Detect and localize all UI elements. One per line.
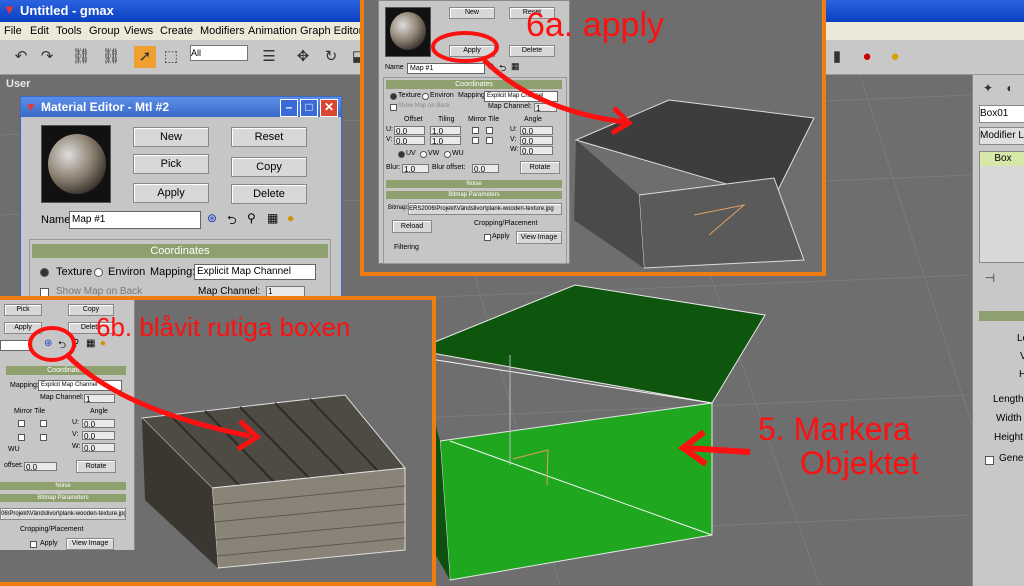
environ-label: Environ [108, 266, 146, 278]
selection-filter-dropdown[interactable]: All [190, 45, 248, 61]
create-tab-icon[interactable]: ✦ [977, 77, 999, 99]
parameters-rollout[interactable] [979, 311, 1024, 321]
quick-render-icon[interactable]: ● [884, 46, 906, 68]
menu-animation[interactable]: Animation [248, 22, 297, 40]
object-name-field[interactable]: Box01 [979, 105, 1024, 123]
mapping-label: Mapping: [150, 266, 196, 278]
show-map-icon[interactable]: ▦ [267, 211, 278, 225]
material-sphere [48, 134, 106, 194]
window-title: Untitled - gmax [20, 3, 114, 18]
param-label-width: Width [996, 413, 1022, 424]
menu-tools[interactable]: Tools [56, 22, 82, 40]
texture-label: Texture [56, 266, 93, 278]
go-to-parent-icon[interactable]: ⮌ [227, 211, 237, 232]
param-label-gene: Gene [999, 453, 1024, 464]
select-by-name-icon[interactable]: ☰ [258, 46, 280, 68]
coordinates-rollout-header[interactable]: Coordinates [32, 244, 328, 258]
menu-views[interactable]: Views [124, 22, 153, 40]
menu-modifiers[interactable]: Modifiers [200, 22, 245, 40]
material-editor-window: ▼ Material Editor - Mtl #2 – □ ✕ New Res… [20, 96, 342, 298]
viewport-label[interactable]: User [6, 78, 30, 90]
environ-radio[interactable] [94, 268, 103, 277]
pick-button[interactable]: Pick [133, 154, 209, 174]
modifier-stack: Box [979, 151, 1024, 263]
go-forward-icon[interactable]: ⚲ [247, 211, 256, 225]
mapping-dropdown[interactable]: Explicit Map Channel [194, 264, 316, 280]
param-label-le: Le [1017, 333, 1024, 344]
menu-edit[interactable]: Edit [30, 22, 49, 40]
render-scene-icon[interactable]: ● [856, 46, 878, 68]
select-region-icon[interactable]: ⬚ [160, 46, 182, 68]
annotation-5-line1: 5. Markera [758, 411, 911, 447]
unlink-icon[interactable]: ⛓ [100, 46, 122, 68]
show-end-result-icon[interactable]: ● [287, 211, 294, 225]
new-button[interactable]: New [133, 127, 209, 147]
menu-create[interactable]: Create [160, 22, 193, 40]
link-icon[interactable]: ⛓ [70, 46, 92, 68]
inset-6b-checker: Pick Copy Apply Delete ⊛ ⮌ ⚲ ▦ ● Coordin… [0, 296, 436, 586]
annotation-6a-marks [431, 31, 634, 136]
modifier-list-dropdown[interactable]: Modifier Li [979, 127, 1024, 145]
material-editor-title: Material Editor - Mtl #2 [41, 100, 170, 114]
pin-stack-icon[interactable]: ⊣ [979, 267, 1001, 289]
stack-item-box[interactable]: Box [980, 152, 1024, 166]
param-label-length: Length [993, 394, 1024, 405]
undo-icon[interactable]: ↶ [10, 46, 32, 68]
maximize-button[interactable]: □ [300, 99, 318, 117]
close-button[interactable]: ✕ [320, 99, 338, 117]
rotate-icon[interactable]: ↻ [320, 46, 342, 68]
menu-file[interactable]: File [4, 22, 22, 40]
move-icon[interactable]: ✥ [292, 46, 314, 68]
gmax-logo-icon: ▼ [25, 100, 37, 114]
name-dropdown[interactable]: Map #1 [69, 211, 201, 229]
param-label-v: V [1020, 351, 1024, 362]
modify-tab-icon[interactable]: ◐ [999, 77, 1021, 99]
generate-mapping-checkbox[interactable] [985, 456, 994, 465]
select-arrow-icon[interactable]: ➚ [134, 46, 156, 68]
param-label-h: H [1019, 369, 1024, 380]
coordinates-rollout: Coordinates Texture Environ Mapping: Exp… [29, 239, 331, 297]
annotation-5: 5. Markera Objektet [758, 412, 919, 480]
command-panel: ✦ ◐ Box01 Modifier Li Box ⊣ Le V H Lengt… [972, 75, 1024, 586]
texture-radio[interactable] [40, 268, 49, 277]
gmax-logo-icon: ▼ [3, 2, 16, 17]
material-preview-slot[interactable] [41, 125, 111, 203]
param-label-height: Height [994, 432, 1023, 443]
apply-button[interactable]: Apply [133, 183, 209, 203]
menu-group[interactable]: Group [89, 22, 120, 40]
annotation-6b-marks [28, 326, 262, 452]
menu-graph-editors[interactable]: Graph Editors [300, 22, 368, 40]
reset-button[interactable]: Reset [231, 127, 307, 147]
checker-map-icon[interactable]: ⊛ [207, 211, 217, 225]
delete-button[interactable]: Delete [231, 184, 307, 204]
name-label: Name [41, 214, 71, 226]
minimize-button[interactable]: – [280, 99, 298, 117]
mirror-icon[interactable]: ▮ [826, 46, 848, 68]
material-editor-titlebar[interactable]: ▼ Material Editor - Mtl #2 – □ ✕ [21, 97, 341, 117]
annotation-5-line2: Objektet [800, 445, 920, 481]
inset-6a-apply: New Reset Apply Delete Name Map #1 ⊛ ⮌ ▦… [360, 0, 826, 276]
copy-button[interactable]: Copy [231, 157, 307, 177]
redo-icon[interactable]: ↷ [36, 46, 58, 68]
